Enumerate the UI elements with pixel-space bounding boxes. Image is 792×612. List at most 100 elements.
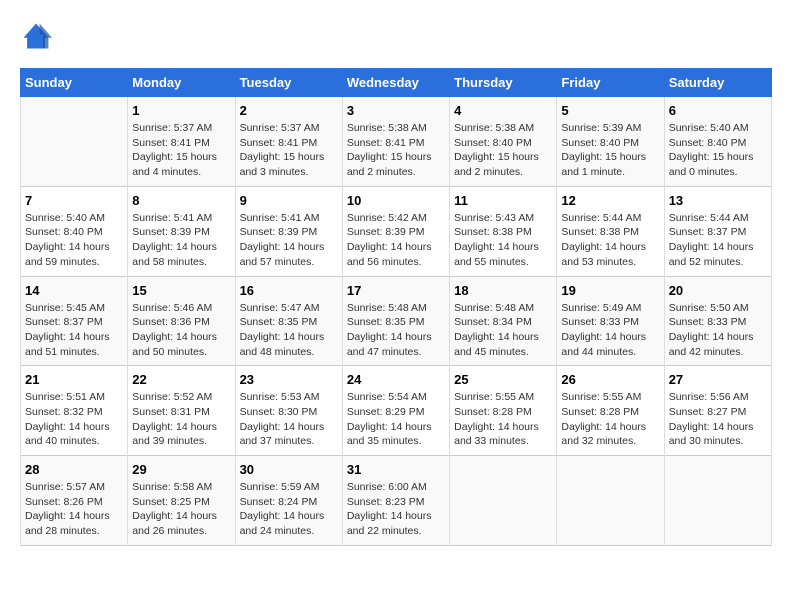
day-number: 25 (454, 372, 552, 387)
weekday-header-tuesday: Tuesday (235, 69, 342, 97)
weekday-header-monday: Monday (128, 69, 235, 97)
day-info: Sunrise: 5:48 AM Sunset: 8:35 PM Dayligh… (347, 301, 445, 360)
calendar-cell: 12 Sunrise: 5:44 AM Sunset: 8:38 PM Dayli… (557, 186, 664, 276)
day-info: Sunrise: 5:47 AM Sunset: 8:35 PM Dayligh… (240, 301, 338, 360)
calendar-cell: 27Sunrise: 5:56 AM Sunset: 8:27 PM Dayli… (664, 366, 771, 456)
day-info: Sunrise: 5:55 AM Sunset: 8:28 PM Dayligh… (454, 390, 552, 449)
calendar-cell: 7 Sunrise: 5:40 AM Sunset: 8:40 PM Daylig… (21, 186, 128, 276)
day-info: Sunrise: 5:51 AM Sunset: 8:32 PM Dayligh… (25, 390, 123, 449)
day-number: 18 (454, 283, 552, 298)
day-number: 19 (561, 283, 659, 298)
calendar-table: SundayMondayTuesdayWednesdayThursdayFrid… (20, 68, 772, 546)
day-number: 17 (347, 283, 445, 298)
day-number: 4 (454, 103, 552, 118)
day-info: Sunrise: 5:40 AM Sunset: 8:40 PM Dayligh… (669, 121, 767, 180)
calendar-week-row: 7 Sunrise: 5:40 AM Sunset: 8:40 PM Daylig… (21, 186, 772, 276)
day-info: Sunrise: 5:44 AM Sunset: 8:38 PM Dayligh… (561, 211, 659, 270)
weekday-header-row: SundayMondayTuesdayWednesdayThursdayFrid… (21, 69, 772, 97)
day-number: 12 (561, 193, 659, 208)
calendar-cell: 17 Sunrise: 5:48 AM Sunset: 8:35 PM Dayli… (342, 276, 449, 366)
day-info: Sunrise: 5:49 AM Sunset: 8:33 PM Dayligh… (561, 301, 659, 360)
calendar-week-row: 28 Sunrise: 5:57 AM Sunset: 8:26 PM Dayli… (21, 456, 772, 546)
weekday-header-wednesday: Wednesday (342, 69, 449, 97)
calendar-cell: 13 Sunrise: 5:44 AM Sunset: 8:37 PM Dayli… (664, 186, 771, 276)
calendar-cell: 6 Sunrise: 5:40 AM Sunset: 8:40 PM Daylig… (664, 97, 771, 187)
day-info: Sunrise: 5:50 AM Sunset: 8:33 PM Dayligh… (669, 301, 767, 360)
day-number: 3 (347, 103, 445, 118)
calendar-cell (664, 456, 771, 546)
calendar-cell (450, 456, 557, 546)
day-number: 13 (669, 193, 767, 208)
day-number: 14 (25, 283, 123, 298)
day-number: 20 (669, 283, 767, 298)
day-info: Sunrise: 5:37 AM Sunset: 8:41 PM Dayligh… (240, 121, 338, 180)
weekday-header-friday: Friday (557, 69, 664, 97)
day-info: Sunrise: 5:53 AM Sunset: 8:30 PM Dayligh… (240, 390, 338, 449)
calendar-cell: 16Sunrise: 5:47 AM Sunset: 8:35 PM Dayli… (235, 276, 342, 366)
calendar-cell: 11 Sunrise: 5:43 AM Sunset: 8:38 PM Dayli… (450, 186, 557, 276)
calendar-cell: 21 Sunrise: 5:51 AM Sunset: 8:32 PM Dayli… (21, 366, 128, 456)
calendar-cell: 31Sunrise: 6:00 AM Sunset: 8:23 PM Dayli… (342, 456, 449, 546)
calendar-cell: 14 Sunrise: 5:45 AM Sunset: 8:37 PM Dayli… (21, 276, 128, 366)
calendar-cell: 20 Sunrise: 5:50 AM Sunset: 8:33 PM Dayli… (664, 276, 771, 366)
calendar-cell: 5 Sunrise: 5:39 AM Sunset: 8:40 PM Daylig… (557, 97, 664, 187)
calendar-cell: 19 Sunrise: 5:49 AM Sunset: 8:33 PM Dayli… (557, 276, 664, 366)
day-number: 10 (347, 193, 445, 208)
calendar-cell: 15Sunrise: 5:46 AM Sunset: 8:36 PM Dayli… (128, 276, 235, 366)
calendar-week-row: 14 Sunrise: 5:45 AM Sunset: 8:37 PM Dayli… (21, 276, 772, 366)
calendar-cell (21, 97, 128, 187)
day-info: Sunrise: 5:45 AM Sunset: 8:37 PM Dayligh… (25, 301, 123, 360)
day-number: 5 (561, 103, 659, 118)
day-info: Sunrise: 5:46 AM Sunset: 8:36 PM Dayligh… (132, 301, 230, 360)
day-info: Sunrise: 5:42 AM Sunset: 8:39 PM Dayligh… (347, 211, 445, 270)
day-number: 28 (25, 462, 123, 477)
calendar-cell: 18 Sunrise: 5:48 AM Sunset: 8:34 PM Dayli… (450, 276, 557, 366)
weekday-header-sunday: Sunday (21, 69, 128, 97)
day-info: Sunrise: 5:55 AM Sunset: 8:28 PM Dayligh… (561, 390, 659, 449)
day-number: 21 (25, 372, 123, 387)
day-number: 11 (454, 193, 552, 208)
day-number: 24 (347, 372, 445, 387)
day-info: Sunrise: 5:43 AM Sunset: 8:38 PM Dayligh… (454, 211, 552, 270)
day-number: 22 (132, 372, 230, 387)
day-number: 29 (132, 462, 230, 477)
calendar-cell: 10 Sunrise: 5:42 AM Sunset: 8:39 PM Dayli… (342, 186, 449, 276)
weekday-header-saturday: Saturday (664, 69, 771, 97)
page-header (20, 20, 772, 52)
calendar-cell: 23 Sunrise: 5:53 AM Sunset: 8:30 PM Dayli… (235, 366, 342, 456)
day-number: 6 (669, 103, 767, 118)
day-info: Sunrise: 5:48 AM Sunset: 8:34 PM Dayligh… (454, 301, 552, 360)
day-number: 23 (240, 372, 338, 387)
calendar-cell: 26 Sunrise: 5:55 AM Sunset: 8:28 PM Dayli… (557, 366, 664, 456)
calendar-week-row: 21 Sunrise: 5:51 AM Sunset: 8:32 PM Dayli… (21, 366, 772, 456)
calendar-cell: 28 Sunrise: 5:57 AM Sunset: 8:26 PM Dayli… (21, 456, 128, 546)
day-info: Sunrise: 5:38 AM Sunset: 8:41 PM Dayligh… (347, 121, 445, 180)
day-info: Sunrise: 5:41 AM Sunset: 8:39 PM Dayligh… (240, 211, 338, 270)
calendar-week-row: 1 Sunrise: 5:37 AM Sunset: 8:41 PM Daylig… (21, 97, 772, 187)
day-info: Sunrise: 5:40 AM Sunset: 8:40 PM Dayligh… (25, 211, 123, 270)
weekday-header-thursday: Thursday (450, 69, 557, 97)
day-number: 31 (347, 462, 445, 477)
day-number: 26 (561, 372, 659, 387)
logo-icon (20, 20, 52, 52)
day-number: 30 (240, 462, 338, 477)
calendar-cell: 8Sunrise: 5:41 AM Sunset: 8:39 PM Daylig… (128, 186, 235, 276)
calendar-cell: 22Sunrise: 5:52 AM Sunset: 8:31 PM Dayli… (128, 366, 235, 456)
day-number: 8 (132, 193, 230, 208)
calendar-cell: 24Sunrise: 5:54 AM Sunset: 8:29 PM Dayli… (342, 366, 449, 456)
day-info: Sunrise: 5:38 AM Sunset: 8:40 PM Dayligh… (454, 121, 552, 180)
day-info: Sunrise: 5:57 AM Sunset: 8:26 PM Dayligh… (25, 480, 123, 539)
day-number: 7 (25, 193, 123, 208)
calendar-cell: 29 Sunrise: 5:58 AM Sunset: 8:25 PM Dayli… (128, 456, 235, 546)
day-number: 27 (669, 372, 767, 387)
calendar-cell: 25 Sunrise: 5:55 AM Sunset: 8:28 PM Dayli… (450, 366, 557, 456)
day-number: 1 (132, 103, 230, 118)
calendar-cell: 2Sunrise: 5:37 AM Sunset: 8:41 PM Daylig… (235, 97, 342, 187)
calendar-cell: 30Sunrise: 5:59 AM Sunset: 8:24 PM Dayli… (235, 456, 342, 546)
day-info: Sunrise: 5:44 AM Sunset: 8:37 PM Dayligh… (669, 211, 767, 270)
day-info: Sunrise: 5:39 AM Sunset: 8:40 PM Dayligh… (561, 121, 659, 180)
calendar-cell: 4 Sunrise: 5:38 AM Sunset: 8:40 PM Daylig… (450, 97, 557, 187)
day-info: Sunrise: 5:58 AM Sunset: 8:25 PM Dayligh… (132, 480, 230, 539)
calendar-cell: 3 Sunrise: 5:38 AM Sunset: 8:41 PM Daylig… (342, 97, 449, 187)
day-number: 9 (240, 193, 338, 208)
